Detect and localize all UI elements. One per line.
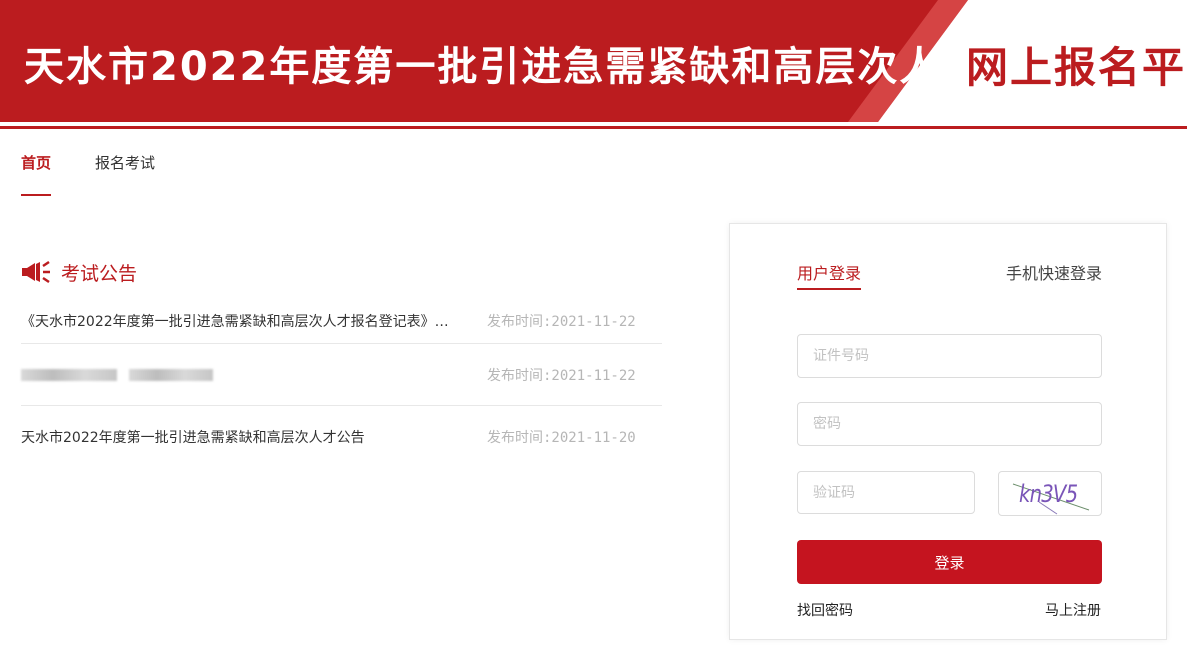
announcement-title-redacted[interactable] bbox=[21, 368, 477, 381]
exam-announcements: 考试公告 《天水市2022年度第一批引进急需紧缺和高层次人才报名登记表》… 发布… bbox=[21, 258, 662, 468]
banner-divider-line bbox=[0, 126, 1187, 129]
main-nav: 首页 报名考试 bbox=[21, 150, 155, 198]
announcement-title[interactable]: 《天水市2022年度第一批引进急需紧缺和高层次人才报名登记表》… bbox=[21, 311, 477, 331]
forgot-password-link[interactable]: 找回密码 bbox=[797, 600, 853, 620]
tab-phone-quick-login[interactable]: 手机快速登录 bbox=[1006, 260, 1102, 290]
password-input[interactable] bbox=[797, 402, 1102, 446]
announcement-item[interactable]: 发布时间:2021-11-22 bbox=[21, 344, 662, 406]
nav-item-home[interactable]: 首页 bbox=[21, 150, 52, 196]
announcement-date: 发布时间:2021-11-22 bbox=[487, 367, 636, 384]
nav-item-exam-registration[interactable]: 报名考试 bbox=[95, 150, 155, 196]
announcement-title[interactable]: 天水市2022年度第一批引进急需紧缺和高层次人才公告 bbox=[21, 427, 477, 447]
banner-title: 天水市2022年度第一批引进急需紧缺和高层次人才 bbox=[24, 44, 984, 90]
login-panel: 用户登录 手机快速登录 kn3V5 登录 找回密码 马上注册 bbox=[729, 223, 1167, 640]
login-button[interactable]: 登录 bbox=[797, 540, 1102, 584]
announcement-date: 发布时间:2021-11-20 bbox=[487, 430, 636, 446]
tab-user-login[interactable]: 用户登录 bbox=[797, 260, 862, 290]
announcement-list: 《天水市2022年度第一批引进急需紧缺和高层次人才报名登记表》… 发布时间:20… bbox=[21, 298, 662, 468]
announcements-title: 考试公告 bbox=[61, 262, 138, 285]
banner-platform-name: 网上报名平台 bbox=[966, 43, 1187, 92]
login-tabs: 用户登录 手机快速登录 bbox=[797, 260, 1102, 290]
captcha-text: kn3V5 bbox=[1019, 480, 1078, 508]
id-number-input[interactable] bbox=[797, 334, 1102, 378]
megaphone-icon bbox=[22, 260, 50, 284]
captcha-image[interactable]: kn3V5 bbox=[998, 471, 1102, 516]
captcha-input[interactable] bbox=[797, 471, 975, 514]
announcement-item[interactable]: 《天水市2022年度第一批引进急需紧缺和高层次人才报名登记表》… 发布时间:20… bbox=[21, 298, 662, 344]
announcement-item[interactable]: 天水市2022年度第一批引进急需紧缺和高层次人才公告 发布时间:2021-11-… bbox=[21, 406, 662, 468]
register-link[interactable]: 马上注册 bbox=[1045, 600, 1101, 620]
announcement-date: 发布时间:2021-11-22 bbox=[487, 313, 636, 330]
header-banner: 天水市2022年度第一批引进急需紧缺和高层次人才 网上报名平台 bbox=[0, 0, 1187, 130]
redacted-text-block bbox=[129, 368, 213, 381]
announcements-header: 考试公告 bbox=[21, 258, 662, 286]
redacted-text-block bbox=[21, 368, 117, 381]
